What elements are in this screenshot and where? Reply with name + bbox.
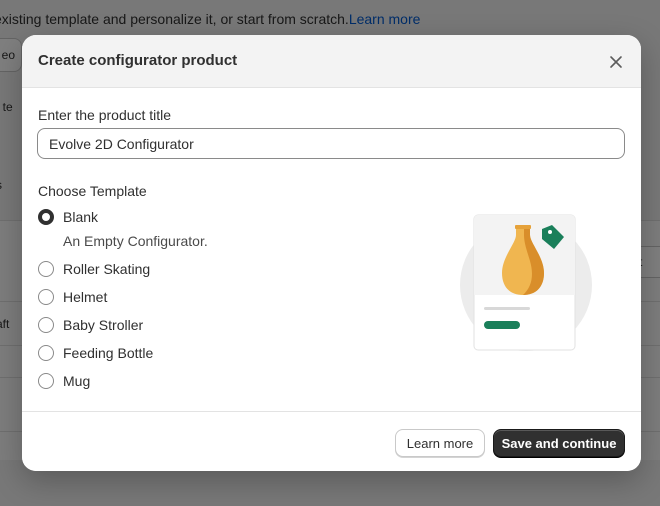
template-option-label: Mug: [63, 373, 91, 389]
illustration-text-line: [484, 307, 530, 310]
radio-button[interactable]: [38, 345, 54, 361]
template-option-description: An Empty Configurator.: [63, 233, 208, 249]
template-option-label: Blank: [63, 209, 99, 225]
create-product-modal: Create configurator product Enter the pr…: [22, 35, 641, 471]
template-option-label: Feeding Bottle: [63, 345, 154, 361]
learn-more-button[interactable]: Learn more: [395, 429, 485, 457]
modal-header: Create configurator product: [22, 35, 641, 88]
template-option-blank[interactable]: Blank An Empty Configurator.: [38, 207, 298, 249]
save-and-continue-button[interactable]: Save and continue: [493, 429, 625, 457]
template-option-label: Helmet: [63, 289, 108, 305]
radio-button[interactable]: [38, 373, 54, 389]
illustration-green-button: [484, 321, 520, 329]
template-option-feeding-bottle[interactable]: Feeding Bottle: [38, 343, 298, 363]
product-card-illustration: [460, 214, 592, 351]
close-button[interactable]: [605, 51, 627, 73]
close-icon: [610, 56, 622, 68]
radio-button[interactable]: [38, 261, 54, 277]
template-option-helmet[interactable]: Helmet: [38, 287, 298, 307]
modal-footer: Learn more Save and continue: [22, 411, 641, 471]
template-option-mug[interactable]: Mug: [38, 371, 298, 391]
radio-button[interactable]: [38, 289, 54, 305]
radio-button-checked[interactable]: [38, 209, 54, 225]
template-option-label: Roller Skating: [63, 261, 151, 277]
radio-button[interactable]: [38, 317, 54, 333]
template-option-label: Baby Stroller: [63, 317, 144, 333]
choose-template-label: Choose Template: [38, 183, 147, 199]
product-title-input[interactable]: [37, 128, 625, 159]
product-title-label: Enter the product title: [38, 107, 172, 123]
template-option-roller-skating[interactable]: Roller Skating: [38, 259, 298, 279]
template-option-baby-stroller[interactable]: Baby Stroller: [38, 315, 298, 335]
modal-title: Create configurator product: [38, 52, 238, 69]
